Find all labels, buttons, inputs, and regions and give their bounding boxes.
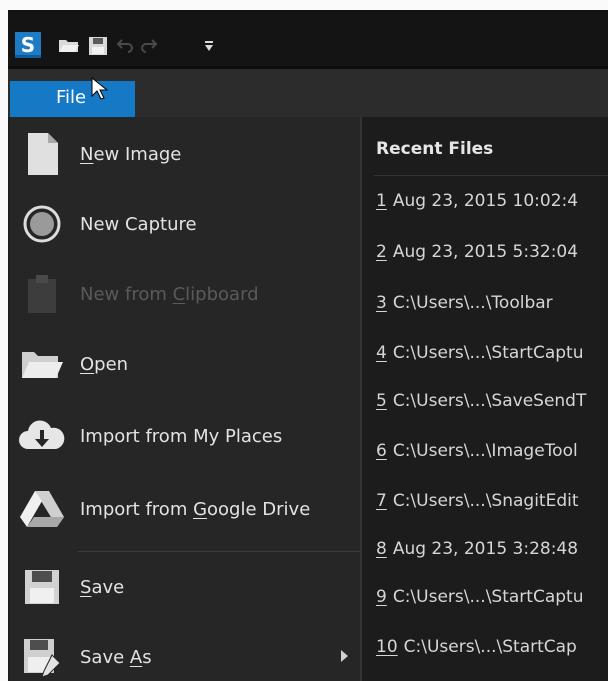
customize-toolbar-icon[interactable] [204, 41, 214, 53]
recent-file-item[interactable]: 1 Aug 23, 2015 10:02:4 [376, 191, 608, 211]
menu-bar: File [8, 69, 608, 117]
recent-file-item[interactable]: 10 C:\Users\...\StartCap [376, 637, 608, 657]
menu-save[interactable]: Save [10, 557, 360, 617]
title-bar: S [8, 10, 608, 66]
file-menu: New Image New Capture New from Clipboard [10, 117, 360, 681]
save-icon[interactable] [88, 36, 108, 56]
capture-circle-icon [18, 200, 66, 248]
recent-file-item[interactable]: 5 C:\Users\...\SaveSendT [376, 391, 608, 411]
menu-item-label: New Capture [80, 213, 197, 235]
recent-file-item[interactable]: 6 C:\Users\...\ImageTool [376, 441, 608, 461]
menu-import-my-places[interactable]: Import from My Places [10, 406, 360, 466]
cloud-download-icon [18, 412, 66, 460]
undo-icon[interactable] [116, 36, 134, 54]
menu-divider [78, 551, 360, 552]
open-folder-icon[interactable] [58, 36, 80, 54]
menu-new-capture[interactable]: New Capture [10, 194, 360, 254]
redo-icon[interactable] [140, 36, 158, 54]
menu-item-label: New Image [80, 143, 182, 165]
menu-new-image[interactable]: New Image [10, 124, 360, 184]
clipboard-icon [18, 270, 66, 318]
folder-open-icon [18, 340, 66, 388]
menu-item-label: Save As [80, 646, 152, 668]
snagit-logo-icon[interactable]: S [15, 32, 41, 58]
menu-item-label: Save [80, 576, 125, 598]
menu-item-label: Import from Google Drive [80, 498, 311, 520]
recent-file-item[interactable]: 4 C:\Users\...\StartCaptu [376, 343, 608, 363]
menu-item-label: Import from My Places [80, 425, 283, 447]
menu-item-label: Open [80, 353, 129, 375]
menu-save-as[interactable]: Save As [10, 627, 360, 681]
file-tab[interactable]: File [10, 81, 135, 117]
new-image-icon [18, 130, 66, 178]
recent-file-item[interactable]: 9 C:\Users\...\StartCaptu [376, 587, 608, 607]
app-window: S File New Image New Capture New from Cl… [8, 10, 608, 681]
recent-file-item[interactable]: 8 Aug 23, 2015 3:28:48 [376, 539, 608, 559]
menu-new-from-clipboard[interactable]: New from Clipboard [10, 264, 360, 324]
recent-files-header: Recent Files [376, 139, 494, 159]
menu-item-label: New from Clipboard [80, 283, 259, 305]
recent-files-divider [374, 175, 608, 176]
mouse-pointer-icon [91, 77, 109, 100]
menu-import-google-drive[interactable]: Import from Google Drive [10, 479, 360, 539]
recent-file-item[interactable]: 2 Aug 23, 2015 5:32:04 [376, 242, 608, 262]
save-as-icon [18, 633, 66, 681]
recent-files-panel: Recent Files 1 Aug 23, 2015 10:02:4 2 Aug … [360, 117, 608, 681]
menu-open[interactable]: Open [10, 334, 360, 394]
google-drive-icon [18, 485, 66, 533]
submenu-arrow-icon [341, 650, 348, 662]
recent-file-item[interactable]: 7 C:\Users\...\SnagitEdit [376, 491, 608, 511]
recent-file-item[interactable]: 3 C:\Users\...\Toolbar [376, 293, 608, 313]
save-icon [18, 563, 66, 611]
